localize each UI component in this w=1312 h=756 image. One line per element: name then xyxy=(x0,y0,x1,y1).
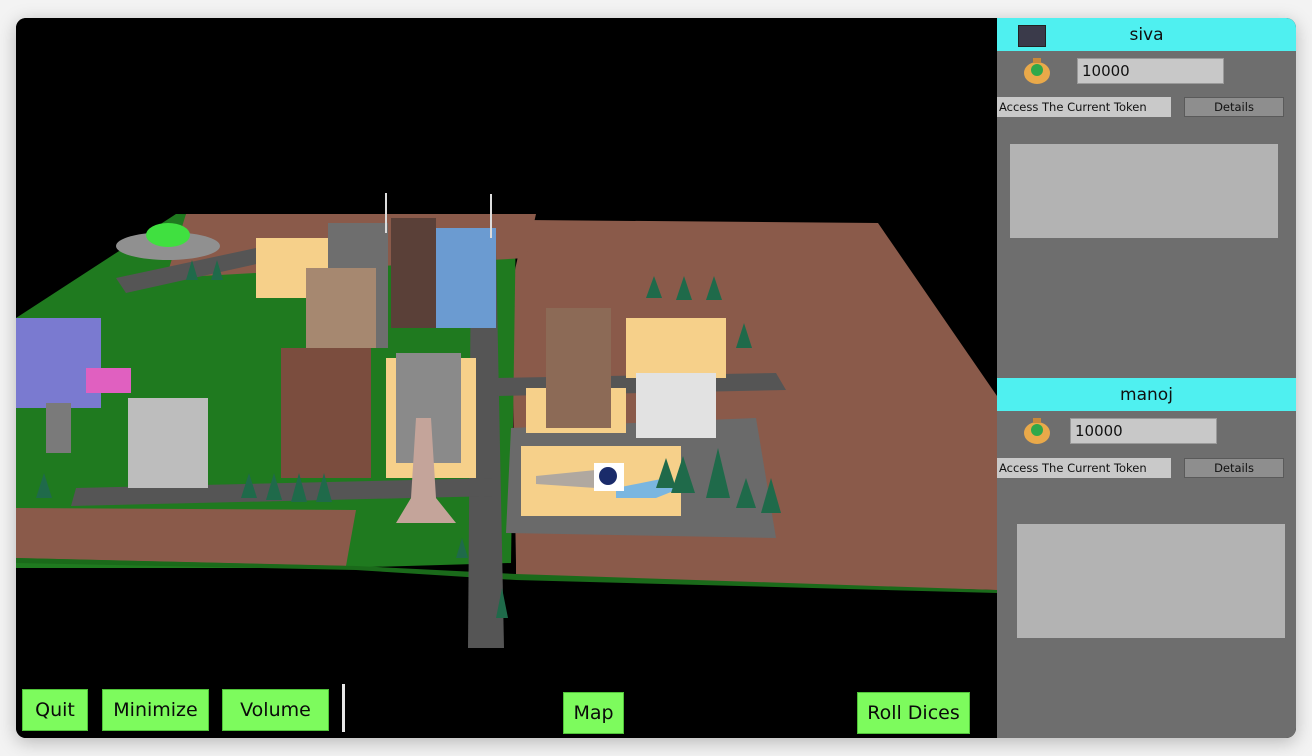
player-1-money-field[interactable]: 10000 xyxy=(1077,58,1224,84)
ufo-dome xyxy=(146,223,190,247)
building-pink xyxy=(86,368,131,393)
player-1-details-button[interactable]: Details xyxy=(1184,97,1284,117)
players-panel: siva 10000 Access The Current Token Deta… xyxy=(997,18,1296,738)
map-button[interactable]: Map xyxy=(563,692,624,734)
building-white-hangar xyxy=(636,373,716,438)
airport-sign-icon xyxy=(599,467,617,485)
volume-button[interactable]: Volume xyxy=(222,689,329,731)
city-board-scene xyxy=(16,193,997,648)
cooling-tower xyxy=(46,403,71,453)
player-1-token-label: Access The Current Token xyxy=(997,97,1171,117)
building-grey-left xyxy=(128,398,208,488)
player-2-token-display xyxy=(1017,524,1285,638)
building-brown-block xyxy=(281,348,371,478)
building-beige xyxy=(306,268,376,348)
player-2-details-button[interactable]: Details xyxy=(1184,458,1284,478)
player-2-money-field[interactable]: 10000 xyxy=(1070,418,1217,444)
building-brick xyxy=(391,218,436,328)
building-brown-tower xyxy=(546,308,611,428)
player-2-token-label: Access The Current Token xyxy=(997,458,1171,478)
volume-slider-handle[interactable] xyxy=(342,684,345,732)
quit-button[interactable]: Quit xyxy=(22,689,88,731)
player-2-header: manoj xyxy=(997,378,1296,411)
lot-3 xyxy=(626,318,726,378)
player-1-token-display xyxy=(1010,144,1278,238)
city-3d-viewport[interactable]: Quit Minimize Volume Map Roll Dices xyxy=(16,18,997,738)
game-window: Quit Minimize Volume Map Roll Dices siva… xyxy=(16,18,1296,738)
ground-plate-bottom xyxy=(16,508,356,566)
money-bag-icon xyxy=(1024,58,1050,84)
money-bag-icon xyxy=(1024,418,1050,444)
player-2-name: manoj xyxy=(1120,384,1173,405)
player-1-name: siva xyxy=(1129,24,1164,45)
player-1-header: siva xyxy=(997,18,1296,51)
roll-dices-button[interactable]: Roll Dices xyxy=(857,692,970,734)
minimize-button[interactable]: Minimize xyxy=(102,689,209,731)
building-blue-glass xyxy=(426,228,496,328)
building-purple xyxy=(16,318,101,408)
player-avatar-icon xyxy=(1018,25,1046,47)
